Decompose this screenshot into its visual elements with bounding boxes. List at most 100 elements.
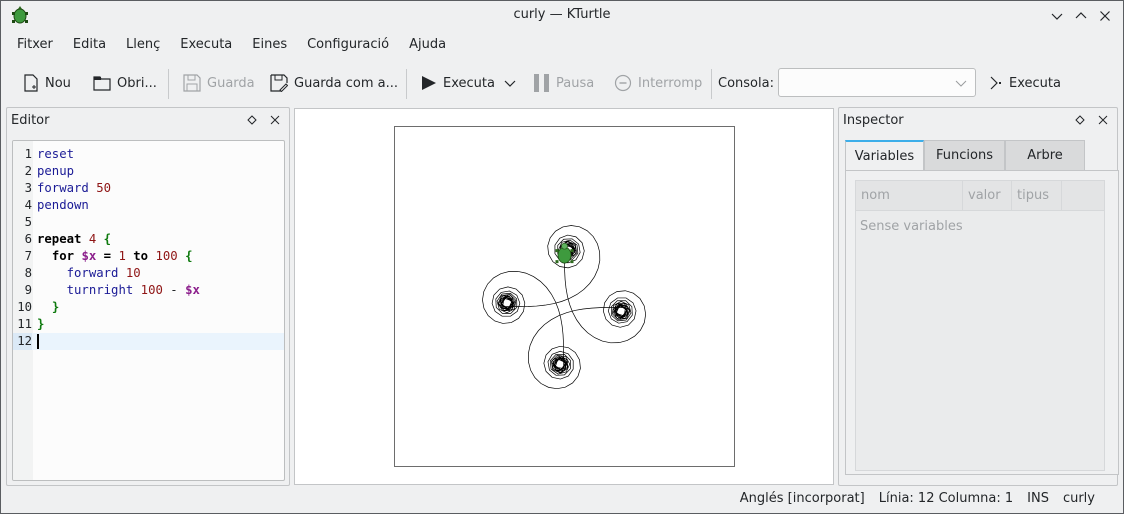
menu-fitxer[interactable]: Fitxer [7, 35, 63, 57]
open-button[interactable]: Obri... [93, 71, 157, 95]
line-number: 1 [24, 147, 32, 161]
save-as-label: Guarda com a... [294, 75, 399, 91]
float-diamond-icon [247, 115, 257, 125]
close-inspector-button[interactable] [1096, 113, 1110, 127]
save-button[interactable]: Guarda [183, 71, 255, 95]
pause-label: Pausa [556, 75, 595, 91]
menu-configuracio[interactable]: Configuració [297, 35, 399, 57]
pause-icon [534, 74, 549, 92]
play-icon [422, 76, 436, 90]
code-line: 8 forward 10 [13, 265, 284, 282]
code-lines: 1 reset 2 penup 3 forward 50 4 pendown 5 6 re… [13, 146, 284, 350]
code-line: 10 } [13, 299, 284, 316]
pause-button[interactable]: Pausa [534, 71, 594, 95]
code-line: 7 for $x = 1 to 100 { [13, 248, 284, 265]
run-button[interactable]: Executa [421, 71, 495, 95]
line-number: 8 [24, 266, 32, 280]
title-bar: curly — KTurtle [1, 1, 1123, 31]
tab-arbre[interactable]: Arbre [1005, 140, 1085, 170]
code-token: for [51, 249, 75, 263]
menu-ajuda[interactable]: Ajuda [399, 35, 456, 57]
float-editor-button[interactable] [245, 113, 259, 127]
code-token: pendown [37, 198, 89, 212]
code-token: forward [37, 181, 89, 195]
code-line: 1 reset [13, 146, 284, 163]
menu-edita[interactable]: Edita [63, 35, 116, 57]
code-token: forward [66, 266, 119, 280]
code-token: 10 [125, 266, 141, 280]
canvas-panel [294, 108, 834, 485]
status-cursor-position: Línia: 12 Columna: 1 [878, 491, 1014, 506]
close-editor-button[interactable] [268, 113, 282, 127]
run-speed-dropdown[interactable] [504, 71, 522, 95]
main-window: curly — KTurtle Fitxer Edita Llenç Execu… [0, 0, 1124, 514]
save-icon [183, 74, 201, 92]
new-button[interactable]: Nou [23, 71, 71, 95]
code-token: } [37, 317, 45, 331]
close-icon [1098, 115, 1108, 125]
line-number: 5 [24, 215, 32, 229]
menu-llenc[interactable]: Llenç [116, 35, 170, 57]
line-number: 4 [24, 198, 32, 212]
tab-funcions[interactable]: Funcions [924, 140, 1005, 170]
maximize-button[interactable] [1071, 6, 1091, 26]
menu-bar: Fitxer Edita Llenç Executa Eines Configu… [7, 35, 456, 57]
console-input[interactable] [778, 68, 976, 97]
status-bar: Anglés [incorporat] Línia: 12 Columna: 1… [726, 491, 1095, 506]
code-editor[interactable]: 1 reset 2 penup 3 forward 50 4 pendown 5 6 re… [12, 140, 285, 481]
chevron-down-icon [504, 80, 516, 87]
line-number: 12 [13, 333, 32, 350]
code-line: 3 forward 50 [13, 180, 284, 197]
code-token: repeat [37, 232, 82, 246]
menu-eines[interactable]: Eines [242, 35, 297, 57]
menu-executa[interactable]: Executa [170, 35, 242, 57]
toolbar-separator [168, 69, 169, 99]
code-line: 2 penup [13, 163, 284, 180]
variables-table: nom valor tipus Sense variables [855, 180, 1105, 471]
column-header-valor[interactable]: valor [963, 181, 1012, 211]
folder-icon [93, 76, 111, 91]
column-header-tipus[interactable]: tipus [1012, 181, 1062, 211]
editor-title: Editor [11, 113, 50, 128]
line-number: 6 [24, 232, 32, 246]
save-as-button[interactable]: Guarda com a... [270, 71, 398, 95]
chevron-down-icon [955, 80, 967, 87]
toolbar-separator [711, 69, 712, 99]
stop-icon [614, 74, 632, 92]
open-label: Obri... [117, 75, 157, 91]
code-token: $x [81, 249, 97, 263]
code-line-current: 12 [13, 333, 284, 350]
line-number: 9 [24, 283, 32, 297]
variables-table-header: nom valor tipus [856, 181, 1104, 211]
column-header-nom[interactable]: nom [856, 181, 963, 211]
console-run-button[interactable]: Executa [989, 71, 1061, 95]
line-number: 3 [24, 181, 32, 195]
code-token: 4 [88, 232, 97, 246]
maximize-icon [1075, 12, 1087, 19]
run-label: Executa [443, 75, 495, 91]
code-line: 6 repeat 4 { [13, 231, 284, 248]
code-token: penup [37, 164, 75, 178]
new-document-icon [24, 74, 38, 92]
status-insert-mode: INS [1027, 491, 1049, 506]
save-as-icon [270, 74, 288, 92]
code-token: { [103, 232, 112, 246]
window-title: curly — KTurtle [513, 7, 611, 22]
toolbar-separator [406, 69, 407, 99]
close-window-button[interactable] [1095, 6, 1115, 26]
line-number: 2 [24, 164, 32, 178]
code-line: 11} [13, 316, 284, 333]
close-icon [270, 115, 280, 125]
stop-button[interactable]: Interromp [614, 71, 702, 95]
float-inspector-button[interactable] [1073, 113, 1087, 127]
new-label: Nou [45, 75, 71, 91]
minimize-button[interactable] [1047, 6, 1067, 26]
tab-variables[interactable]: Variables [845, 140, 924, 170]
code-token: turnright [66, 283, 134, 297]
status-language[interactable]: Anglés [incorporat] [740, 491, 865, 506]
turtle-canvas[interactable] [394, 126, 735, 467]
code-token: to [133, 249, 149, 263]
code-line: 9 turnright 100 - $x [13, 282, 284, 299]
code-token: { [185, 249, 193, 263]
stop-label: Interromp [638, 75, 703, 91]
